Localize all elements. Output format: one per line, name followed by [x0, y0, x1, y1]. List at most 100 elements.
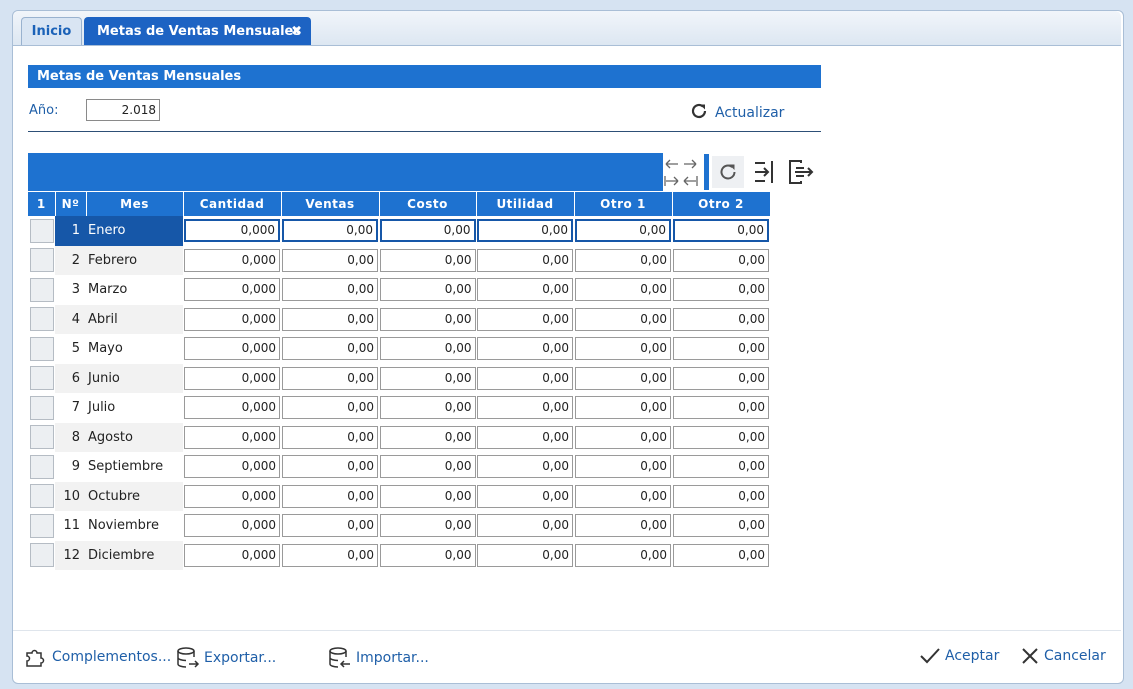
tab-inicio[interactable]: Inicio [21, 17, 82, 45]
cantidad-input[interactable]: 0,000 [184, 396, 280, 420]
cantidad-input[interactable]: 0,000 [184, 248, 280, 272]
utilidad-input[interactable]: 0,00 [477, 337, 573, 361]
row-selector[interactable] [29, 543, 54, 568]
ventas-input[interactable]: 0,00 [282, 514, 378, 538]
utilidad-input[interactable]: 0,00 [477, 425, 573, 449]
costo-input[interactable]: 0,00 [379, 248, 476, 272]
table-row[interactable]: 2 Febrero 0,000 0,00 0,00 0,00 0,00 0,00 [28, 245, 770, 275]
ventas-input[interactable]: 0,00 [282, 307, 378, 331]
ventas-input[interactable]: 0,00 [282, 396, 378, 420]
ventas-input[interactable]: 0,00 [282, 425, 378, 449]
costo-input[interactable]: 0,00 [379, 514, 476, 538]
otro1-input[interactable]: 0,00 [575, 366, 671, 390]
close-tab-icon[interactable]: ✖ [291, 18, 302, 46]
otro2-input[interactable]: 0,00 [673, 514, 769, 538]
utilidad-input[interactable]: 0,00 [477, 248, 573, 272]
otro2-input[interactable]: 0,00 [673, 366, 769, 390]
col-header-otro2[interactable]: Otro 2 [672, 192, 771, 216]
aceptar-button[interactable]: Aceptar [919, 646, 999, 666]
utilidad-input[interactable]: 0,00 [477, 455, 573, 479]
otro1-input[interactable]: 0,00 [575, 337, 671, 361]
otro1-input[interactable]: 0,00 [575, 543, 671, 567]
otro1-input[interactable]: 0,00 [575, 219, 671, 243]
otro1-input[interactable]: 0,00 [575, 425, 671, 449]
costo-input[interactable]: 0,00 [379, 396, 476, 420]
cantidad-input[interactable]: 0,000 [184, 219, 280, 243]
cantidad-input[interactable]: 0,000 [184, 278, 280, 302]
cantidad-input[interactable]: 0,000 [184, 337, 280, 361]
costo-input[interactable]: 0,00 [379, 307, 476, 331]
utilidad-input[interactable]: 0,00 [477, 484, 573, 508]
costo-input[interactable]: 0,00 [379, 219, 476, 243]
otro2-input[interactable]: 0,00 [673, 219, 769, 243]
cantidad-input[interactable]: 0,000 [184, 425, 280, 449]
costo-input[interactable]: 0,00 [379, 425, 476, 449]
costo-input[interactable]: 0,00 [379, 278, 476, 302]
cantidad-input[interactable]: 0,000 [184, 307, 280, 331]
table-row[interactable]: 7 Julio 0,000 0,00 0,00 0,00 0,00 0,00 [28, 393, 770, 423]
table-row[interactable]: 5 Mayo 0,000 0,00 0,00 0,00 0,00 0,00 [28, 334, 770, 364]
otro1-input[interactable]: 0,00 [575, 514, 671, 538]
utilidad-input[interactable]: 0,00 [477, 307, 573, 331]
col-header-selector[interactable]: 1 [28, 192, 56, 216]
otro2-input[interactable]: 0,00 [673, 278, 769, 302]
refresh-button[interactable]: Actualizar [689, 101, 784, 125]
costo-input[interactable]: 0,00 [379, 366, 476, 390]
table-row[interactable]: 12 Diciembre 0,000 0,00 0,00 0,00 0,00 0,00 [28, 540, 770, 570]
export-grid-icon[interactable] [785, 156, 817, 188]
table-row[interactable]: 6 Junio 0,000 0,00 0,00 0,00 0,00 0,00 [28, 363, 770, 393]
table-row[interactable]: 4 Abril 0,000 0,00 0,00 0,00 0,00 0,00 [28, 304, 770, 334]
otro2-input[interactable]: 0,00 [673, 484, 769, 508]
table-row[interactable]: 9 Septiembre 0,000 0,00 0,00 0,00 0,00 0,00 [28, 452, 770, 482]
import-grid-icon[interactable] [748, 156, 780, 188]
row-selector[interactable] [29, 336, 54, 361]
otro1-input[interactable]: 0,00 [575, 455, 671, 479]
row-selector[interactable] [29, 513, 54, 538]
table-row[interactable]: 3 Marzo 0,000 0,00 0,00 0,00 0,00 0,00 [28, 275, 770, 305]
row-selector[interactable] [29, 307, 54, 332]
ventas-input[interactable]: 0,00 [282, 219, 378, 243]
col-header-mes[interactable]: Mes [86, 192, 184, 216]
ventas-input[interactable]: 0,00 [282, 278, 378, 302]
cantidad-input[interactable]: 0,000 [184, 514, 280, 538]
table-row[interactable]: 8 Agosto 0,000 0,00 0,00 0,00 0,00 0,00 [28, 422, 770, 452]
col-header-utilidad[interactable]: Utilidad [476, 192, 575, 216]
ventas-input[interactable]: 0,00 [282, 543, 378, 567]
row-selector[interactable] [29, 248, 54, 273]
ventas-input[interactable]: 0,00 [282, 366, 378, 390]
year-input[interactable]: 2.018 [86, 99, 160, 121]
otro2-input[interactable]: 0,00 [673, 543, 769, 567]
costo-input[interactable]: 0,00 [379, 337, 476, 361]
otro1-input[interactable]: 0,00 [575, 396, 671, 420]
ventas-input[interactable]: 0,00 [282, 248, 378, 272]
otro2-input[interactable]: 0,00 [673, 307, 769, 331]
utilidad-input[interactable]: 0,00 [477, 514, 573, 538]
ventas-input[interactable]: 0,00 [282, 484, 378, 508]
resize-columns-icon[interactable] [664, 154, 699, 190]
table-row[interactable]: 10 Octubre 0,000 0,00 0,00 0,00 0,00 0,00 [28, 481, 770, 511]
col-header-otro1[interactable]: Otro 1 [574, 192, 673, 216]
col-header-numero[interactable]: Nº [55, 192, 87, 216]
costo-input[interactable]: 0,00 [379, 484, 476, 508]
otro1-input[interactable]: 0,00 [575, 484, 671, 508]
utilidad-input[interactable]: 0,00 [477, 543, 573, 567]
row-selector[interactable] [29, 277, 54, 302]
col-header-ventas[interactable]: Ventas [281, 192, 380, 216]
col-header-costo[interactable]: Costo [379, 192, 477, 216]
row-selector[interactable] [29, 395, 54, 420]
utilidad-input[interactable]: 0,00 [477, 396, 573, 420]
reload-grid-icon[interactable] [712, 156, 744, 188]
costo-input[interactable]: 0,00 [379, 543, 476, 567]
otro2-input[interactable]: 0,00 [673, 337, 769, 361]
utilidad-input[interactable]: 0,00 [477, 219, 573, 243]
table-row[interactable]: 1 Enero 0,000 0,00 0,00 0,00 0,00 0,00 [28, 216, 770, 246]
cantidad-input[interactable]: 0,000 [184, 366, 280, 390]
tab-metas-ventas[interactable]: Metas de Ventas Mensuales ✖ [84, 17, 311, 45]
row-selector[interactable] [29, 454, 54, 479]
otro1-input[interactable]: 0,00 [575, 278, 671, 302]
row-selector[interactable] [29, 425, 54, 450]
complementos-button[interactable]: Complementos... [24, 646, 171, 668]
row-selector[interactable] [29, 366, 54, 391]
ventas-input[interactable]: 0,00 [282, 455, 378, 479]
table-row[interactable]: 11 Noviembre 0,000 0,00 0,00 0,00 0,00 0,00 [28, 511, 770, 541]
